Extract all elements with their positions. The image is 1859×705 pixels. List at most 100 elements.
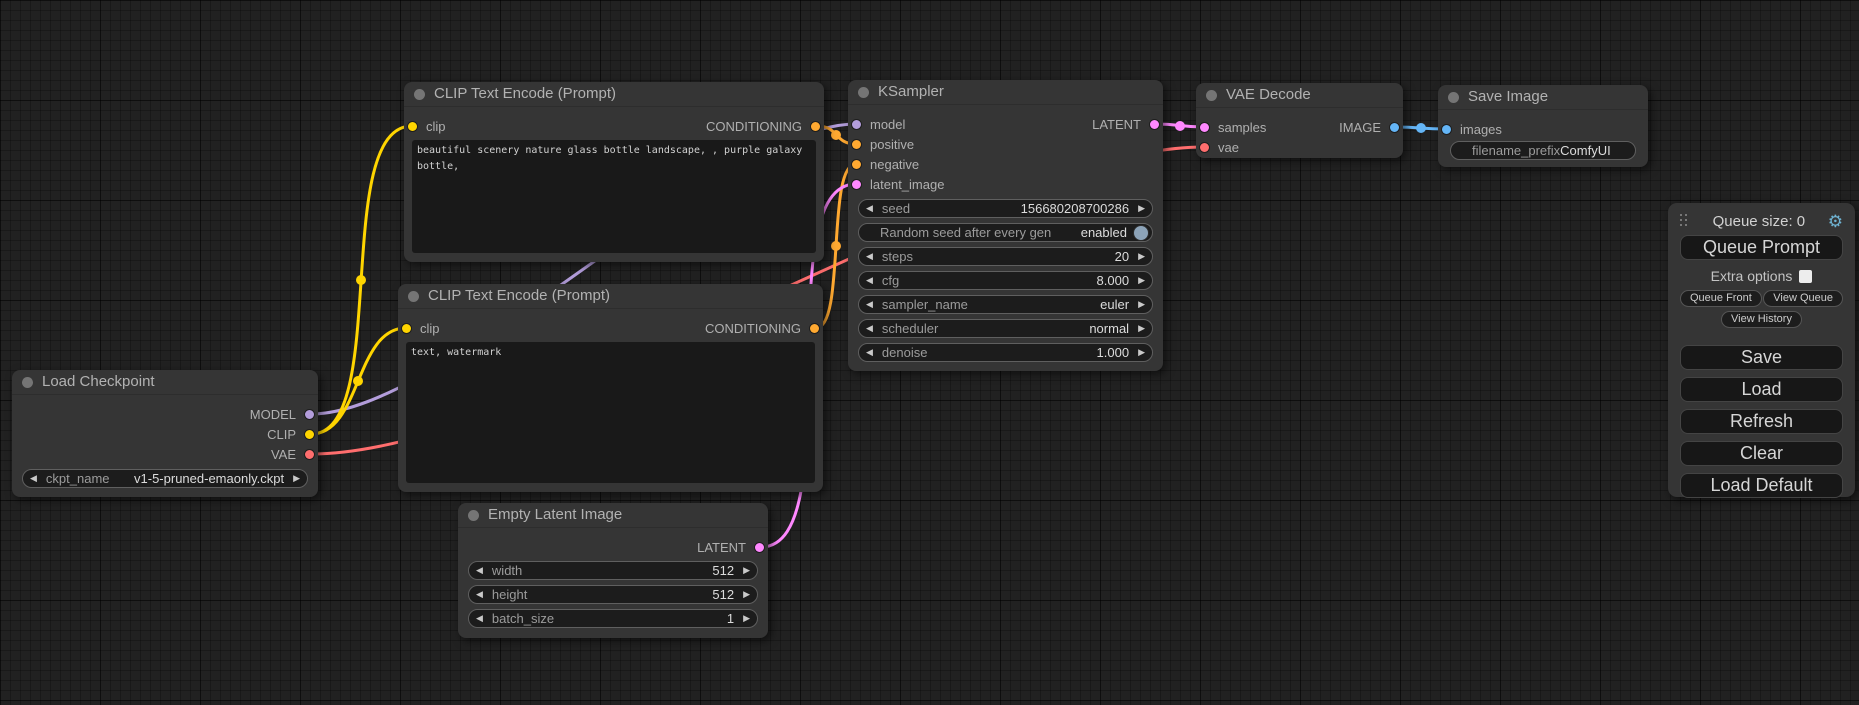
- load-default-button[interactable]: Load Default: [1680, 473, 1843, 498]
- widget-denoise[interactable]: ◀ denoise 1.000 ▶: [858, 343, 1153, 362]
- output-label-conditioning: CONDITIONING: [705, 319, 801, 339]
- output-port-conditioning[interactable]: [811, 122, 820, 131]
- gear-icon[interactable]: ⚙: [1828, 213, 1843, 230]
- node-title: Load Checkpoint: [42, 373, 155, 390]
- input-port-clip[interactable]: [408, 122, 417, 131]
- queue-size-label: Queue size: 0: [1690, 213, 1828, 230]
- widget-sampler-name[interactable]: ◀ sampler_name euler ▶: [858, 295, 1153, 314]
- arrow-left-icon[interactable]: ◀: [866, 276, 873, 285]
- widget-scheduler[interactable]: ◀ scheduler normal ▶: [858, 319, 1153, 338]
- input-port-positive[interactable]: [852, 140, 861, 149]
- output-port-latent[interactable]: [1150, 120, 1159, 129]
- widget-batch-size[interactable]: ◀ batch_size 1 ▶: [468, 609, 758, 628]
- arrow-left-icon[interactable]: ◀: [476, 566, 483, 575]
- collapse-dot-icon[interactable]: [858, 87, 869, 98]
- refresh-button[interactable]: Refresh: [1680, 409, 1843, 434]
- widget-height[interactable]: ◀ height 512 ▶: [468, 585, 758, 604]
- collapse-dot-icon[interactable]: [414, 89, 425, 100]
- node-title-bar[interactable]: CLIP Text Encode (Prompt): [404, 82, 824, 107]
- input-port-latent-image[interactable]: [852, 180, 861, 189]
- node-ksampler[interactable]: KSampler model LATENT positive negative …: [848, 80, 1163, 371]
- arrow-left-icon[interactable]: ◀: [30, 474, 37, 483]
- node-save-image[interactable]: Save Image images filename_prefix ComfyU…: [1438, 85, 1648, 167]
- widget-label: seed: [882, 201, 910, 216]
- prompt-textarea[interactable]: text, watermark: [406, 342, 815, 483]
- extra-options-checkbox[interactable]: [1799, 270, 1812, 283]
- node-title-bar[interactable]: Load Checkpoint: [12, 370, 318, 395]
- input-port-vae[interactable]: [1200, 143, 1209, 152]
- view-queue-button[interactable]: View Queue: [1763, 290, 1843, 307]
- queue-prompt-button[interactable]: Queue Prompt: [1680, 235, 1843, 260]
- widget-width[interactable]: ◀ width 512 ▶: [468, 561, 758, 580]
- drag-handle-icon[interactable]: [1680, 214, 1690, 229]
- output-port-image[interactable]: [1390, 123, 1399, 132]
- widget-random-seed-toggle[interactable]: Random seed after every gen enabled: [858, 223, 1153, 242]
- link-midpoint-dot[interactable]: [353, 376, 363, 386]
- arrow-left-icon[interactable]: ◀: [866, 348, 873, 357]
- collapse-dot-icon[interactable]: [1448, 92, 1459, 103]
- view-history-button[interactable]: View History: [1721, 311, 1802, 328]
- node-clip-text-encode-negative[interactable]: CLIP Text Encode (Prompt) clip CONDITION…: [398, 284, 823, 492]
- link-midpoint-dot[interactable]: [831, 130, 841, 140]
- widget-steps[interactable]: ◀ steps 20 ▶: [858, 247, 1153, 266]
- node-title-bar[interactable]: CLIP Text Encode (Prompt): [398, 284, 823, 309]
- arrow-right-icon[interactable]: ▶: [1138, 324, 1145, 333]
- arrow-right-icon[interactable]: ▶: [743, 566, 750, 575]
- output-port-clip[interactable]: [305, 430, 314, 439]
- collapse-dot-icon[interactable]: [408, 291, 419, 302]
- input-port-model[interactable]: [852, 120, 861, 129]
- link-midpoint-dot[interactable]: [831, 241, 841, 251]
- input-port-negative[interactable]: [852, 160, 861, 169]
- arrow-right-icon[interactable]: ▶: [743, 590, 750, 599]
- queue-menu-panel[interactable]: Queue size: 0 ⚙ Queue Prompt Extra optio…: [1668, 203, 1855, 497]
- arrow-right-icon[interactable]: ▶: [1138, 300, 1145, 309]
- toggle-icon[interactable]: [1133, 225, 1149, 241]
- queue-front-button[interactable]: Queue Front: [1680, 290, 1762, 307]
- arrow-left-icon[interactable]: ◀: [476, 614, 483, 623]
- node-title-bar[interactable]: Empty Latent Image: [458, 503, 768, 528]
- arrow-left-icon[interactable]: ◀: [866, 252, 873, 261]
- collapse-dot-icon[interactable]: [1206, 90, 1217, 101]
- widget-filename-prefix[interactable]: filename_prefix ComfyUI: [1450, 141, 1636, 160]
- load-button[interactable]: Load: [1680, 377, 1843, 402]
- node-title-bar[interactable]: Save Image: [1438, 85, 1648, 110]
- link-midpoint-dot[interactable]: [356, 275, 366, 285]
- save-button[interactable]: Save: [1680, 345, 1843, 370]
- node-load-checkpoint[interactable]: Load Checkpoint MODEL CLIP VAE ◀ ckpt_na…: [12, 370, 318, 497]
- arrow-left-icon[interactable]: ◀: [476, 590, 483, 599]
- collapse-dot-icon[interactable]: [468, 510, 479, 521]
- widget-value: 20: [1115, 249, 1129, 264]
- node-graph-canvas[interactable]: Load Checkpoint MODEL CLIP VAE ◀ ckpt_na…: [0, 0, 1859, 705]
- widget-label: denoise: [882, 345, 928, 360]
- arrow-right-icon[interactable]: ▶: [1138, 252, 1145, 261]
- input-port-samples[interactable]: [1200, 123, 1209, 132]
- link-midpoint-dot[interactable]: [1416, 123, 1426, 133]
- node-clip-text-encode-positive[interactable]: CLIP Text Encode (Prompt) clip CONDITION…: [404, 82, 824, 262]
- node-empty-latent-image[interactable]: Empty Latent Image LATENT ◀ width 512 ▶ …: [458, 503, 768, 638]
- clear-button[interactable]: Clear: [1680, 441, 1843, 466]
- arrow-left-icon[interactable]: ◀: [866, 324, 873, 333]
- arrow-left-icon[interactable]: ◀: [866, 300, 873, 309]
- widget-cfg[interactable]: ◀ cfg 8.000 ▶: [858, 271, 1153, 290]
- collapse-dot-icon[interactable]: [22, 377, 33, 388]
- prompt-textarea[interactable]: beautiful scenery nature glass bottle la…: [412, 140, 816, 253]
- node-title-bar[interactable]: VAE Decode: [1196, 83, 1403, 108]
- output-port-conditioning[interactable]: [810, 324, 819, 333]
- widget-ckpt-name[interactable]: ◀ ckpt_name v1-5-pruned-emaonly.ckpt ▶: [22, 469, 308, 488]
- arrow-right-icon[interactable]: ▶: [1138, 348, 1145, 357]
- arrow-right-icon[interactable]: ▶: [743, 614, 750, 623]
- widget-seed[interactable]: ◀ seed 156680208700286 ▶: [858, 199, 1153, 218]
- arrow-right-icon[interactable]: ▶: [1138, 276, 1145, 285]
- output-port-model[interactable]: [305, 410, 314, 419]
- arrow-right-icon[interactable]: ▶: [1138, 204, 1145, 213]
- input-port-images[interactable]: [1442, 125, 1451, 134]
- link-midpoint-dot[interactable]: [1175, 121, 1185, 131]
- arrow-left-icon[interactable]: ◀: [866, 204, 873, 213]
- output-port-latent[interactable]: [755, 543, 764, 552]
- arrow-right-icon[interactable]: ▶: [293, 474, 300, 483]
- output-port-vae[interactable]: [305, 450, 314, 459]
- node-vae-decode[interactable]: VAE Decode samples IMAGE vae: [1196, 83, 1403, 158]
- node-title-bar[interactable]: KSampler: [848, 80, 1163, 105]
- input-port-clip[interactable]: [402, 324, 411, 333]
- output-label-image: IMAGE: [1339, 118, 1381, 138]
